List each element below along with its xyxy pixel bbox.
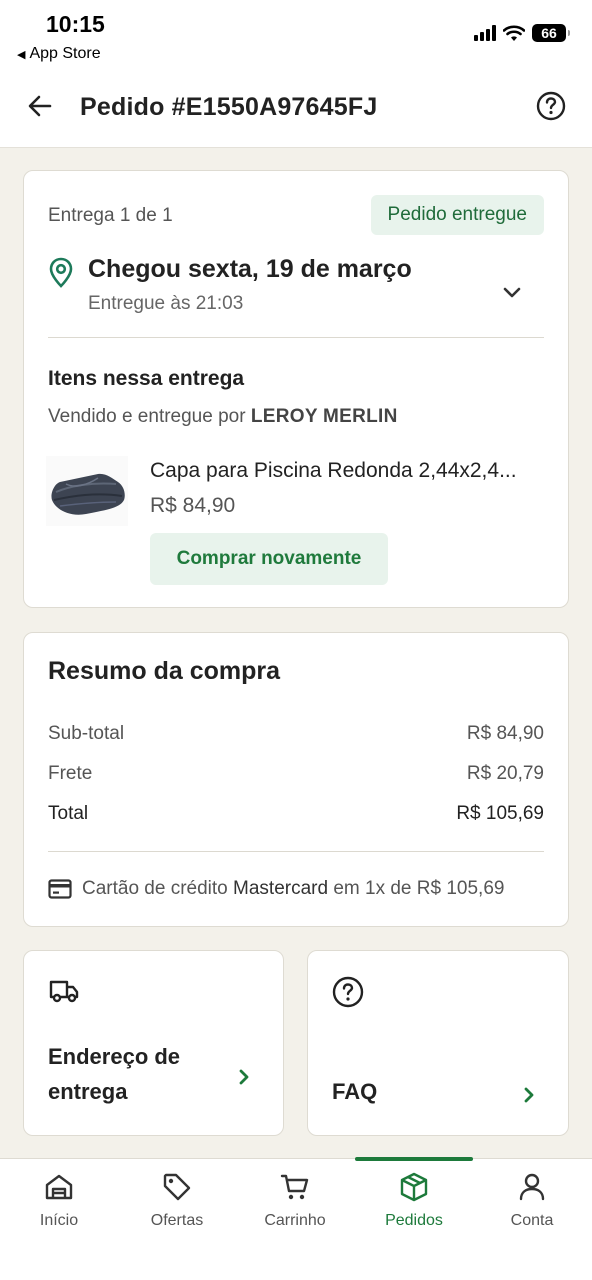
buy-again-button[interactable]: Comprar novamente	[150, 533, 388, 585]
payment-brand: Mastercard	[233, 878, 329, 899]
status-time: 10:15	[46, 11, 105, 37]
summary-row-subtotal: Sub-total R$ 84,90	[48, 723, 544, 745]
cellular-signal-icon	[474, 25, 496, 41]
delivery-card: Entrega 1 de 1 Pedido entregue Chegou se…	[23, 170, 569, 608]
product-image[interactable]	[46, 456, 128, 526]
truck-icon	[49, 980, 79, 1003]
summary-value: R$ 20,79	[466, 763, 544, 784]
tab-label: Pedidos	[385, 1212, 443, 1229]
seller-name: LEROY MERLIN	[250, 406, 398, 427]
product-name[interactable]: Capa para Piscina Redonda 2,44x2,4...	[150, 459, 544, 483]
summary-value: R$ 105,69	[456, 803, 544, 824]
address-tile-label: Endereço de entrega	[48, 1039, 180, 1109]
tab-conta[interactable]: Conta	[473, 1159, 591, 1249]
tab-label: Início	[39, 1212, 79, 1229]
divider	[48, 851, 544, 852]
app-header: Pedido #E1550A97645FJ	[0, 70, 592, 148]
delivery-address-tile[interactable]: Endereço de entrega	[23, 950, 284, 1136]
faq-tile-label: FAQ	[332, 1079, 378, 1104]
question-circle-icon[interactable]	[536, 91, 566, 121]
back-to-app-link[interactable]: ◀ App Store	[17, 45, 101, 63]
payment-method: Cartão de crédito Mastercard em 1x de R$…	[48, 878, 504, 900]
summary-row-total: Total R$ 105,69	[48, 803, 544, 825]
product-price: R$ 84,90	[150, 494, 236, 517]
tab-ofertas[interactable]: Ofertas	[118, 1159, 236, 1249]
status-bar: 10:15 ◀ App Store 66	[0, 0, 592, 70]
summary-label: Sub-total	[48, 723, 125, 744]
back-app-label: App Store	[29, 45, 101, 62]
summary-label: Frete	[48, 763, 93, 784]
address-label-line1: Endereço de	[48, 1044, 181, 1069]
delivery-count: Entrega 1 de 1	[48, 205, 173, 226]
summary-label: Total	[48, 803, 89, 824]
question-circle-icon	[332, 976, 364, 1008]
address-label-line2: entrega	[48, 1079, 128, 1104]
tab-label: Conta	[510, 1212, 554, 1229]
divider	[48, 337, 544, 338]
home-icon	[45, 1174, 73, 1200]
tab-label: Ofertas	[150, 1212, 204, 1229]
chevron-down-icon[interactable]	[502, 283, 522, 303]
status-badge: Pedido entregue	[370, 195, 544, 235]
cart-icon	[280, 1174, 309, 1200]
tab-inicio[interactable]: Início	[0, 1159, 118, 1249]
location-pin-icon	[49, 257, 73, 288]
purchase-summary-card: Resumo da compra Sub-total R$ 84,90 Fret…	[23, 632, 569, 927]
status-icons: 66	[474, 24, 570, 42]
tab-label: Carrinho	[264, 1212, 326, 1229]
chevron-right-icon	[239, 1069, 249, 1085]
seller-line: Vendido e entregue por LEROY MERLIN	[48, 406, 398, 428]
wifi-icon	[503, 25, 525, 41]
summary-row-shipping: Frete R$ 20,79	[48, 763, 544, 785]
tab-carrinho[interactable]: Carrinho	[236, 1159, 354, 1249]
tab-pedidos[interactable]: Pedidos	[355, 1159, 473, 1249]
user-icon	[519, 1173, 545, 1201]
delivered-time: Entregue às 21:03	[88, 293, 244, 314]
page-title: Pedido #E1550A97645FJ	[80, 93, 378, 121]
bottom-tab-bar: Início Ofertas Carrinho Pedidos Conta	[0, 1157, 592, 1280]
items-section-title: Itens nessa entrega	[48, 367, 245, 390]
summary-value: R$ 84,90	[466, 723, 544, 744]
seller-prefix: Vendido e entregue por	[48, 406, 251, 427]
box-icon	[400, 1172, 428, 1202]
battery-level: 66	[541, 25, 557, 41]
payment-prefix: Cartão de crédito	[82, 878, 234, 899]
back-triangle-icon: ◀	[17, 49, 26, 61]
credit-card-icon	[48, 879, 72, 899]
arrival-title: Chegou sexta, 19 de março	[88, 255, 412, 283]
payment-suffix: em 1x de R$ 105,69	[328, 878, 505, 899]
tag-icon	[163, 1173, 191, 1201]
summary-title: Resumo da compra	[48, 657, 281, 685]
chevron-right-icon	[524, 1087, 534, 1103]
payment-text: Cartão de crédito Mastercard em 1x de R$…	[82, 878, 504, 900]
arrow-left-icon[interactable]	[26, 92, 54, 120]
faq-tile[interactable]: FAQ	[307, 950, 569, 1136]
battery-icon: 66	[532, 24, 570, 42]
